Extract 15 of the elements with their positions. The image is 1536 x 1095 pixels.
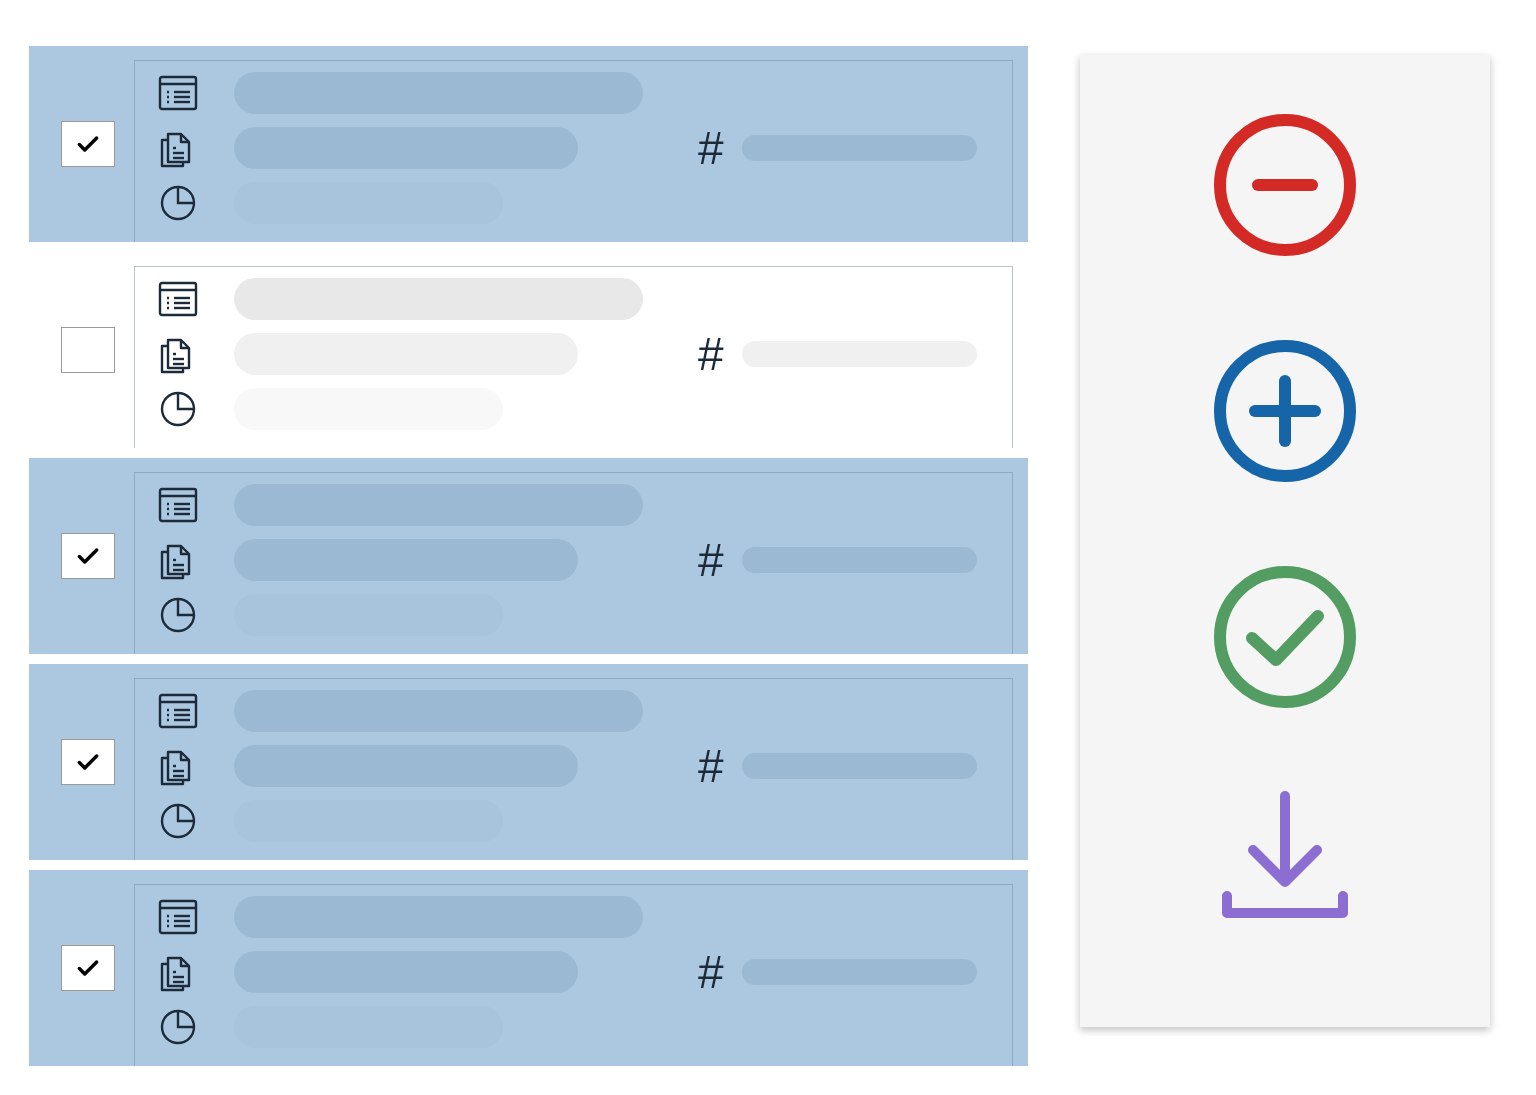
hash-sign: # [698, 536, 724, 583]
checkbox[interactable] [61, 327, 115, 373]
list-icon [158, 74, 198, 111]
hash-sign: # [698, 742, 724, 789]
checkbox[interactable] [61, 121, 115, 167]
list-icon [158, 280, 198, 317]
checkbox[interactable] [61, 945, 115, 991]
list-icon [158, 898, 198, 935]
hash-sign: # [698, 330, 724, 377]
hash-sign: # [698, 948, 724, 995]
checkbox[interactable] [61, 739, 115, 785]
hash-sign: # [698, 124, 724, 171]
checkbox[interactable] [61, 533, 115, 579]
list-icon [158, 692, 198, 729]
list-icon [158, 486, 198, 523]
